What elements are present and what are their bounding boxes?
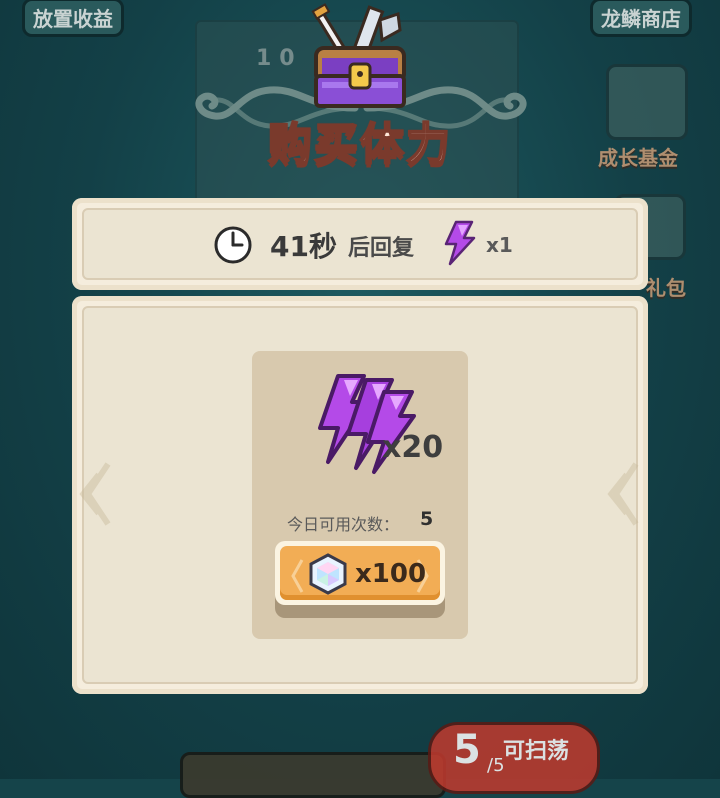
next-arrow-icon[interactable] bbox=[606, 460, 642, 528]
daily-limit-label: 今日可用次数： bbox=[287, 515, 400, 534]
previous-arrow-icon[interactable] bbox=[78, 460, 114, 528]
buy-price: x100 bbox=[355, 559, 427, 589]
button-deco-left-icon bbox=[291, 559, 304, 593]
sweep-counter-badge: 5 /5 可扫荡 bbox=[428, 722, 600, 794]
energy-regen-multiplier: x1 bbox=[486, 233, 513, 257]
energy-quantity: x20 bbox=[382, 430, 444, 465]
energy-bolt-icon bbox=[444, 220, 476, 266]
sweep-count: 5 bbox=[453, 727, 481, 773]
daily-limit-value: 5 bbox=[420, 508, 434, 530]
treasure-chest-icon bbox=[311, 3, 406, 108]
gift-pack-label: 礼包 bbox=[646, 276, 686, 300]
dragon-scale-shop-button: 龙鳞商店 bbox=[590, 0, 692, 37]
sweep-label: 可扫荡 bbox=[503, 739, 570, 764]
sweep-total: /5 bbox=[487, 755, 505, 776]
buy-button-face: x100 bbox=[275, 541, 445, 605]
timer-countdown: 41秒 bbox=[270, 230, 337, 263]
clock-icon bbox=[214, 226, 252, 264]
timer-suffix-text: 后回复 bbox=[348, 236, 415, 261]
dialog-title: 购买体力 bbox=[267, 118, 452, 171]
idle-rewards-button: 放置收益 bbox=[22, 0, 124, 37]
buy-energy-button[interactable]: x100 bbox=[275, 541, 445, 609]
diamond-gem-icon bbox=[309, 553, 347, 595]
bottom-action-bar bbox=[180, 752, 446, 798]
